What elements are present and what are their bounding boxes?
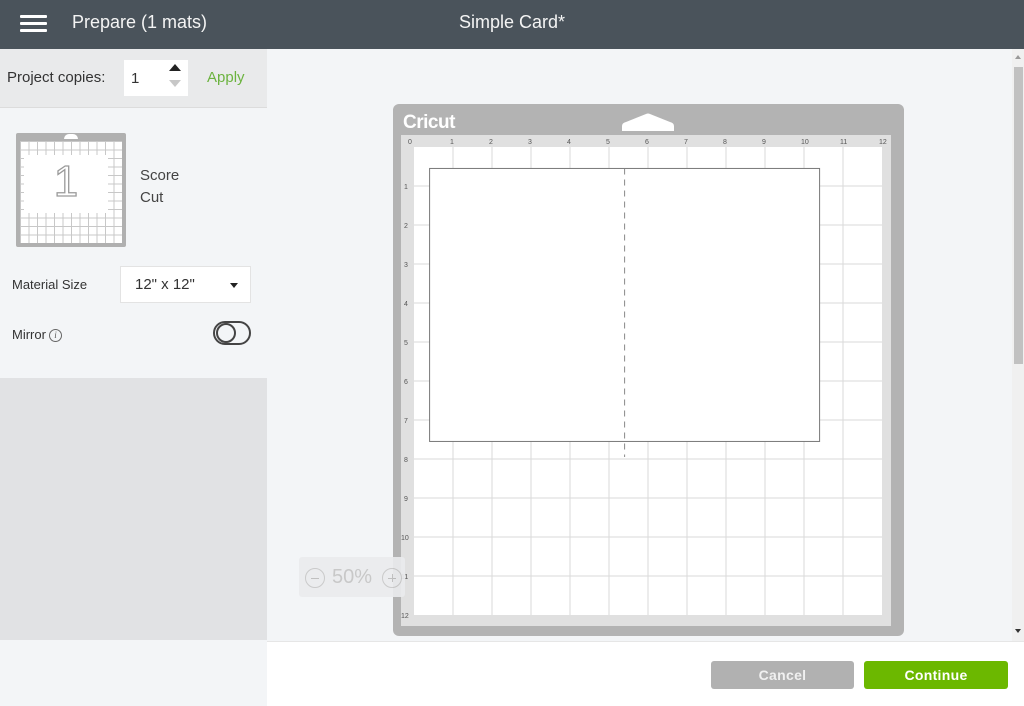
ruler-y-label: 12 xyxy=(401,613,409,620)
cutting-mat: Cricut 0123456789101112123456789101112 xyxy=(393,104,904,636)
ruler-x-label: 8 xyxy=(723,139,727,146)
ruler-x-label: 5 xyxy=(606,139,610,146)
ruler-y-label: 1 xyxy=(404,184,408,191)
project-copies-label: Project copies: xyxy=(7,69,106,86)
mat-cutting-area: 0123456789101112123456789101112 xyxy=(401,135,891,626)
cancel-button[interactable]: Cancel xyxy=(711,661,854,689)
decrement-arrow-icon[interactable] xyxy=(169,80,181,87)
ruler-x-label: 1 xyxy=(450,139,454,146)
ruler-x-label: 4 xyxy=(567,139,571,146)
apply-button[interactable]: Apply xyxy=(207,69,245,86)
mat-notch-icon xyxy=(622,113,674,131)
ruler-y-label: 8 xyxy=(404,457,408,464)
ruler-x-label: 3 xyxy=(528,139,532,146)
ruler-y-label: 9 xyxy=(404,496,408,503)
scrollbar-thumb[interactable] xyxy=(1014,67,1023,364)
ruler-x-label: 2 xyxy=(489,139,493,146)
mat-grid: 0123456789101112123456789101112 xyxy=(401,139,887,620)
material-size-label: Material Size xyxy=(12,277,88,292)
material-size-dropdown[interactable]: 12" x 12" xyxy=(120,266,251,303)
operation-cut: Cut xyxy=(140,189,164,206)
ruler-x-label: 11 xyxy=(840,139,847,146)
ruler-x-label: 10 xyxy=(801,139,809,146)
ruler-y-label: 2 xyxy=(404,223,408,230)
left-panel: Project copies: Apply 1 Score Cut Materi… xyxy=(0,49,267,706)
vertical-scrollbar[interactable] xyxy=(1012,49,1024,641)
continue-button[interactable]: Continue xyxy=(864,661,1008,689)
zoom-in-icon[interactable] xyxy=(382,568,402,588)
toggle-knob xyxy=(216,323,236,343)
cricut-logo: Cricut xyxy=(403,112,455,133)
mat-thumbnail-notch xyxy=(64,134,78,139)
mat-thumbnail[interactable]: 1 xyxy=(16,133,126,247)
ruler-y-label: 3 xyxy=(404,262,408,269)
mirror-toggle[interactable] xyxy=(213,321,251,345)
ruler-y-label: 10 xyxy=(401,535,409,542)
project-copies-row: Project copies: Apply xyxy=(0,49,267,108)
scroll-up-arrow-icon[interactable] xyxy=(1015,55,1021,59)
page-title: Prepare (1 mats) xyxy=(72,12,208,32)
ruler-x-label: 7 xyxy=(684,139,688,146)
operation-score: Score xyxy=(140,167,180,184)
ruler-y-label: 7 xyxy=(404,418,408,425)
info-icon[interactable]: i xyxy=(49,329,62,342)
zoom-control: 50% xyxy=(299,557,405,597)
zoom-level: 50% xyxy=(332,566,373,588)
footer-bar: Cancel Continue xyxy=(267,641,1024,706)
mat-number: 1 xyxy=(53,156,79,206)
ruler-x-label: 12 xyxy=(879,139,887,146)
zoom-out-icon[interactable] xyxy=(305,568,325,588)
increment-arrow-icon[interactable] xyxy=(169,64,181,71)
ruler-y-label: 6 xyxy=(404,379,408,386)
ruler-y-label: 5 xyxy=(404,340,408,347)
scroll-down-arrow-icon[interactable] xyxy=(1015,629,1021,633)
left-panel-empty-area xyxy=(0,378,267,640)
top-bar: Prepare (1 mats) Simple Card* xyxy=(0,0,1024,49)
mirror-label: Mirror xyxy=(12,327,46,342)
mat-thumbnail-grid: 1 xyxy=(20,141,122,243)
ruler-x-label: 0 xyxy=(408,139,412,146)
ruler-x-label: 6 xyxy=(645,139,649,146)
ruler-y-label: 4 xyxy=(404,301,408,308)
chevron-down-icon xyxy=(230,283,238,288)
material-size-value: 12" x 12" xyxy=(135,276,195,293)
ruler-x-label: 9 xyxy=(762,139,766,146)
hamburger-menu-icon[interactable] xyxy=(20,13,47,35)
